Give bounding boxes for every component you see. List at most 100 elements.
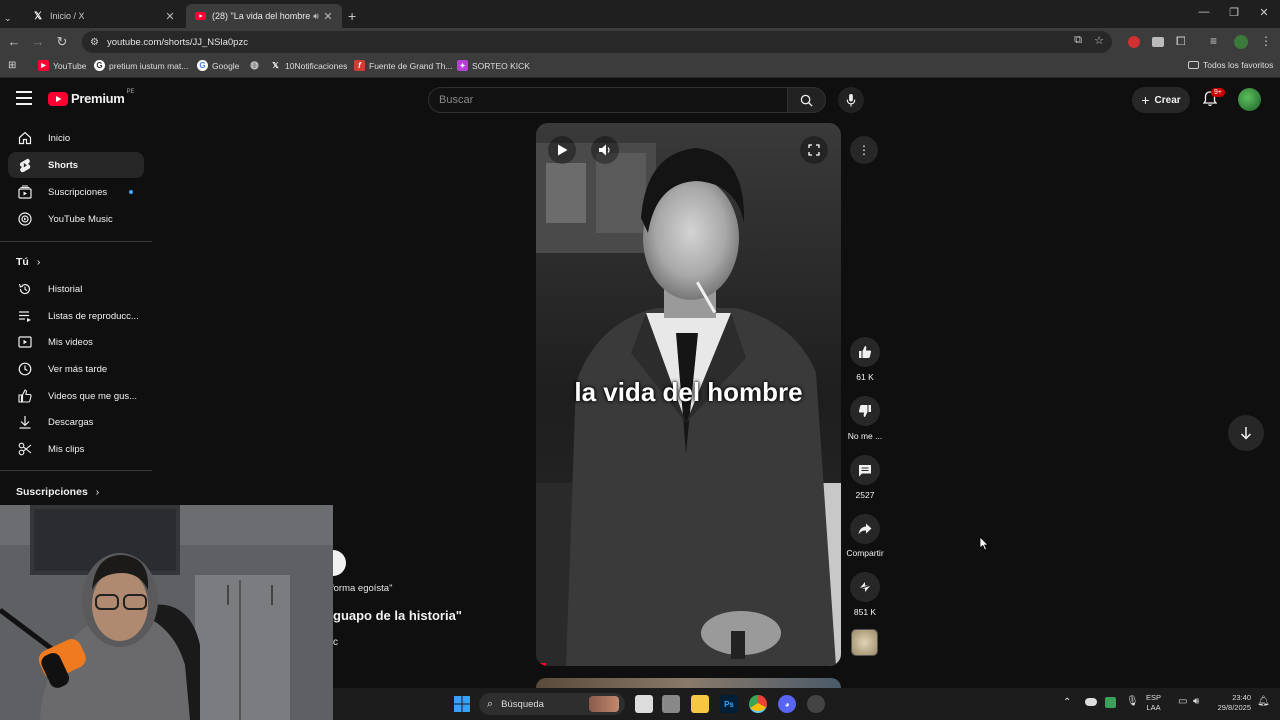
sidebar-item-suscripciones[interactable]: Suscripciones (8, 179, 144, 205)
bookmark-fuente[interactable]: f Fuente de Grand Th... (354, 60, 452, 71)
bookmark-pretium[interactable]: Gpretium iustum mat... (94, 60, 188, 71)
tab-x[interactable]: 𝕏 Inicio / X ✕ (24, 4, 184, 28)
remix-button[interactable] (850, 572, 880, 602)
sidebar-item-label: Mis clips (48, 443, 85, 455)
bookmark-globe[interactable]: ◍ (249, 60, 264, 71)
youtube-premium-logo[interactable]: Premium PE (48, 89, 135, 106)
play-button[interactable] (548, 136, 576, 164)
sidebar-item-label: Descargas (48, 416, 94, 428)
sidebar-item-historial[interactable]: Historial (8, 276, 144, 302)
close-window-icon[interactable]: ✕ (1254, 6, 1274, 19)
voice-search-button[interactable] (838, 87, 864, 113)
bookmark-star-icon[interactable]: ☆ (1094, 34, 1104, 47)
create-button[interactable]: + Crear (1132, 87, 1190, 113)
task-view-icon[interactable] (635, 695, 653, 713)
forward-icon[interactable]: → (30, 34, 46, 49)
search-input[interactable]: Buscar (428, 87, 788, 113)
close-tab-icon[interactable]: ✕ (164, 10, 176, 23)
clock-date: 29/8/2025 (1217, 703, 1251, 712)
sidebar-item-listas[interactable]: Listas de reproducc... (8, 303, 144, 329)
profile-avatar[interactable] (1234, 35, 1248, 49)
sidebar-item-mis-clips[interactable]: Mis clips (8, 436, 144, 462)
sidebar-divider (0, 241, 152, 242)
more-options-icon[interactable]: ⋮ (850, 136, 878, 164)
audio-playing-icon[interactable]: 🔊︎ (310, 11, 322, 22)
volume-button[interactable] (591, 136, 619, 164)
minimize-icon[interactable]: — (1194, 6, 1214, 18)
chrome-icon[interactable] (749, 695, 767, 713)
dislike-button[interactable] (850, 396, 880, 426)
bookmark-notificaciones[interactable]: 𝕏 10Notificaciones (270, 60, 347, 71)
home-icon (16, 131, 34, 145)
sidebar-item-ver-mas-tarde[interactable]: Ver más tarde (8, 356, 144, 382)
next-video-button[interactable] (1228, 415, 1264, 451)
notification-badge: 9+ (1211, 88, 1225, 97)
tray-overflow-icon[interactable]: ⌃ (1063, 697, 1071, 708)
apps-grid-icon[interactable]: ⊞ (8, 60, 16, 71)
security-icon[interactable] (1105, 697, 1116, 708)
search-icon: ⌕ (487, 697, 494, 710)
bookmark-label: YouTube (53, 60, 87, 71)
new-tab-button[interactable]: + (344, 4, 364, 28)
search-button[interactable] (788, 87, 826, 113)
notification-bell-icon[interactable]: 🔔︎ (1257, 696, 1270, 707)
youtube-logo-icon (48, 91, 68, 106)
close-tab-icon[interactable]: ✕ (322, 10, 334, 23)
sidebar-item-inicio[interactable]: Inicio (8, 125, 144, 151)
volume-tray-icon[interactable]: 🔊︎ (1193, 696, 1199, 707)
sidebar-item-videos-que-me-gustan[interactable]: Videos que me gus... (8, 383, 144, 409)
progress-bar[interactable] (536, 663, 546, 666)
menu-kebab-icon[interactable]: ⋮ (1260, 34, 1272, 48)
install-app-icon[interactable]: ⧉ (1074, 34, 1082, 47)
fullscreen-icon (808, 144, 820, 156)
extension-icon[interactable] (1152, 37, 1164, 47)
windows-start-icon[interactable] (453, 695, 471, 713)
clock[interactable]: 23:40 29/8/2025 (1211, 693, 1251, 713)
volume-icon (599, 144, 610, 156)
sound-thumbnail[interactable] (851, 629, 878, 656)
music-icon (16, 212, 34, 226)
extensions-puzzle-icon[interactable]: ⧠ (1176, 34, 1186, 49)
language-indicator[interactable]: ESP LAA (1146, 693, 1161, 713)
media-control-icon[interactable]: ≡ (1210, 34, 1217, 48)
microphone-tray-icon[interactable]: 🎙︎ (1126, 696, 1139, 707)
account-avatar[interactable] (1238, 88, 1261, 111)
photoshop-icon[interactable]: Ps (720, 695, 738, 713)
all-bookmarks[interactable]: Todos los favoritos (1188, 60, 1273, 70)
discord-icon[interactable]: ◕ (778, 695, 796, 713)
notifications-button[interactable]: 9+ (1202, 88, 1225, 112)
fullscreen-button[interactable] (800, 136, 828, 164)
sidebar-item-descargas[interactable]: Descargas (8, 409, 144, 435)
steam-icon[interactable] (807, 695, 825, 713)
sidebar-item-mis-videos[interactable]: Mis videos (8, 329, 144, 355)
sidebar-item-youtube-music[interactable]: YouTube Music (8, 206, 144, 232)
google-drive-icon: G (94, 60, 105, 71)
reload-icon[interactable]: ↻ (54, 34, 70, 50)
address-bar[interactable]: ⚙ youtube.com/shorts/JJ_NSla0pzc ⧉ ☆ (82, 31, 1112, 53)
bookmark-google[interactable]: G Google (197, 60, 239, 71)
network-icon[interactable]: ▭ (1178, 696, 1187, 707)
share-button[interactable] (850, 514, 880, 544)
you-section-heading[interactable]: Tú › (16, 256, 40, 268)
shorts-video-player[interactable]: la vida del hombre (536, 123, 841, 666)
extension-icon[interactable] (1128, 36, 1140, 48)
short-title[interactable]: guapo de la historia" (333, 608, 462, 623)
hamburger-menu-icon[interactable] (16, 91, 32, 105)
sidebar-item-label: Suscripciones (48, 186, 108, 198)
url-text: youtube.com/shorts/JJ_NSla0pzc (106, 36, 248, 48)
bookmark-sorteo[interactable]: ✦ SORTEO KICK (457, 60, 530, 71)
tab-search-button[interactable]: ⌄ (4, 6, 18, 30)
bookmark-youtube[interactable]: ▶ YouTube (38, 60, 86, 71)
subscriptions-section-heading[interactable]: Suscripciones › (16, 486, 99, 498)
restore-icon[interactable]: ❐ (1224, 6, 1244, 19)
tab-youtube[interactable]: (28) "La vida del hombre m 🔊︎ ✕ (186, 4, 342, 28)
back-icon[interactable]: ← (6, 34, 22, 49)
sidebar-item-shorts[interactable]: Shorts (8, 152, 144, 178)
comments-button[interactable] (850, 455, 880, 485)
file-explorer-icon[interactable] (691, 695, 709, 713)
taskbar-app-icon[interactable] (662, 695, 680, 713)
onedrive-icon[interactable] (1085, 698, 1097, 706)
taskbar-search[interactable]: ⌕ Búsqueda (479, 693, 625, 715)
like-button[interactable] (850, 337, 880, 367)
site-info-icon[interactable]: ⚙ (90, 37, 99, 48)
